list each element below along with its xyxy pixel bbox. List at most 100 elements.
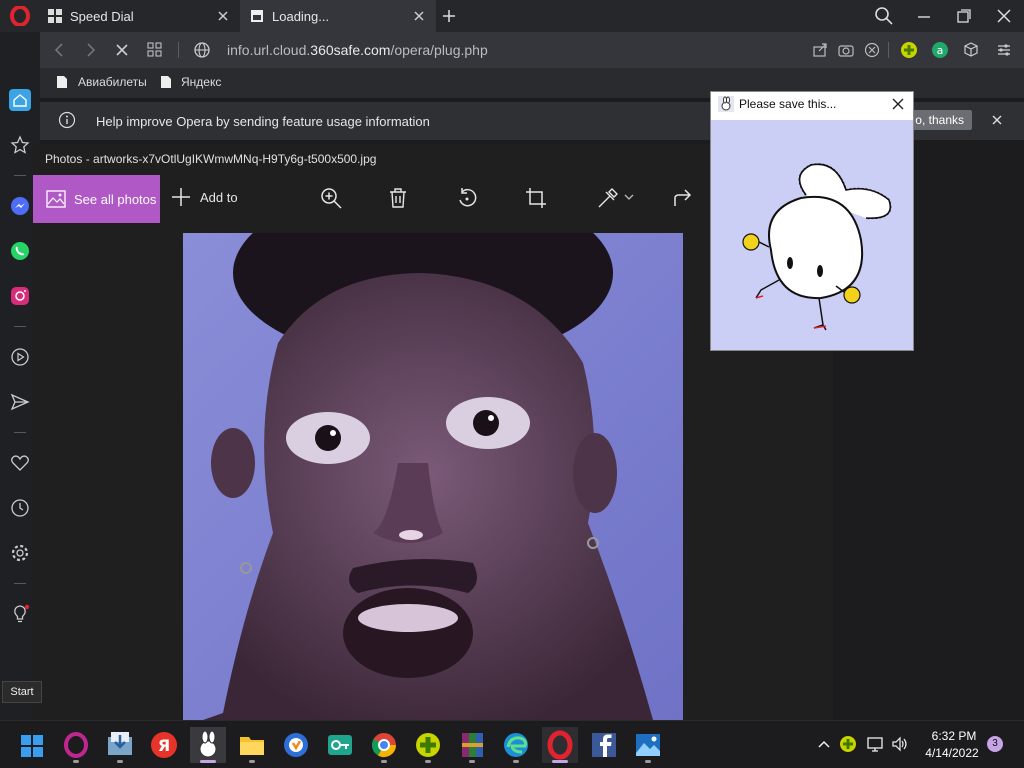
bunny-app-icon xyxy=(718,96,734,112)
running-indicator xyxy=(117,760,123,763)
home-icon[interactable] xyxy=(8,88,32,112)
winrar-icon[interactable] xyxy=(454,727,490,763)
divider xyxy=(14,175,26,176)
svg-text:Я: Я xyxy=(158,736,170,755)
instagram-icon[interactable] xyxy=(10,286,30,306)
displayed-photo xyxy=(183,233,683,720)
clock-time[interactable]: 6:32 PM xyxy=(930,729,978,743)
whatsapp-icon[interactable] xyxy=(10,241,30,261)
svg-text:a: a xyxy=(937,44,944,57)
see-all-photos-button[interactable]: See all photos xyxy=(33,175,160,223)
green-plus-tray-icon[interactable] xyxy=(839,735,857,753)
extension-green-icon[interactable] xyxy=(900,41,918,59)
lightbulb-icon[interactable] xyxy=(10,604,30,624)
photos-window-title: Photos - artworks-x7vOtlUgIKWmwMNq-H9Ty6… xyxy=(45,152,377,166)
see-all-label: See all photos xyxy=(74,191,157,207)
close-tab-icon[interactable] xyxy=(412,9,426,23)
delete-trash-icon[interactable] xyxy=(386,186,410,210)
running-indicator xyxy=(513,760,519,763)
divider xyxy=(888,42,889,58)
extension-a-icon[interactable]: a xyxy=(931,41,949,59)
url-suffix: /opera/plug.php xyxy=(390,42,488,58)
popup-title: Please save this... xyxy=(739,97,837,111)
close-tab-icon[interactable] xyxy=(216,9,230,23)
send-icon[interactable] xyxy=(10,392,30,412)
tab-label: Loading... xyxy=(272,8,330,24)
close-window-button[interactable] xyxy=(992,4,1016,28)
photos-app-icon[interactable] xyxy=(630,727,666,763)
edge-icon[interactable] xyxy=(498,727,534,763)
running-indicator xyxy=(425,760,431,763)
history-icon[interactable] xyxy=(10,498,30,518)
crop-icon[interactable] xyxy=(524,186,548,210)
chevron-down-icon[interactable] xyxy=(624,193,634,201)
url-field[interactable]: info.url.cloud.360safe.com/opera/plug.ph… xyxy=(227,42,488,58)
bunny-drawing xyxy=(711,120,913,350)
divider xyxy=(178,42,179,58)
active-indicator xyxy=(552,760,568,763)
bunny-app-taskbar-icon[interactable] xyxy=(190,727,226,763)
opera-icon[interactable] xyxy=(542,727,578,763)
bookmark-label: Яндекс xyxy=(181,75,222,89)
bookmark-yandex[interactable]: Яндекс xyxy=(160,75,221,89)
forward-icon[interactable] xyxy=(82,41,100,59)
plus-icon xyxy=(172,188,190,206)
network-icon[interactable] xyxy=(866,735,884,753)
close-infobar-icon[interactable] xyxy=(991,114,1003,126)
tab-loading[interactable]: Loading... xyxy=(240,0,436,32)
running-indicator xyxy=(381,760,387,763)
star-icon[interactable] xyxy=(10,135,30,155)
divider xyxy=(14,326,26,327)
messenger-icon[interactable] xyxy=(10,196,30,216)
settings-gear-icon[interactable] xyxy=(10,543,30,563)
start-tooltip: Start xyxy=(2,681,42,703)
add-to-button[interactable]: Add to xyxy=(170,186,238,208)
chevron-up-icon[interactable] xyxy=(816,736,832,752)
close-popup-icon[interactable] xyxy=(890,96,906,112)
adblock-icon[interactable] xyxy=(864,42,880,58)
bookmark-aviabilety[interactable]: Авиабилеты xyxy=(56,75,147,89)
page-icon xyxy=(161,76,171,88)
tabs-grid-icon[interactable] xyxy=(146,41,164,59)
file-explorer-icon[interactable] xyxy=(234,727,270,763)
edit-enhance-icon[interactable] xyxy=(596,186,620,210)
rotate-icon[interactable] xyxy=(455,186,479,210)
new-tab-button[interactable] xyxy=(440,7,458,25)
facebook-icon[interactable] xyxy=(586,727,622,763)
camera-icon[interactable] xyxy=(838,42,854,58)
tab-speed-dial[interactable]: Speed Dial xyxy=(40,0,240,32)
opera-menu-icon[interactable] xyxy=(10,6,30,26)
divider xyxy=(14,583,26,584)
running-indicator xyxy=(73,760,79,763)
stop-loading-icon[interactable] xyxy=(113,41,131,59)
avast-browser-icon[interactable] xyxy=(278,727,314,763)
keepass-icon[interactable] xyxy=(322,727,358,763)
player-icon[interactable] xyxy=(10,347,30,367)
clock-date[interactable]: 4/14/2022 xyxy=(922,746,982,760)
installer-icon[interactable] xyxy=(102,727,138,763)
page-icon xyxy=(57,76,67,88)
tab-label: Speed Dial xyxy=(70,8,134,24)
zoom-in-icon[interactable] xyxy=(319,186,343,210)
maximize-button[interactable] xyxy=(952,4,976,28)
green-plus-app-icon[interactable] xyxy=(410,727,446,763)
chrome-icon[interactable] xyxy=(366,727,402,763)
url-domain: 360safe.com xyxy=(310,42,391,58)
back-icon[interactable] xyxy=(50,41,68,59)
yandex-browser-icon[interactable]: Я xyxy=(146,727,182,763)
minimize-button[interactable] xyxy=(912,4,936,28)
notification-badge[interactable]: 3 xyxy=(987,736,1003,752)
share-icon[interactable] xyxy=(671,186,695,210)
easy-setup-icon[interactable] xyxy=(995,41,1013,59)
heart-icon[interactable] xyxy=(10,453,30,473)
bookmark-label: Авиабилеты xyxy=(78,75,147,89)
globe-icon[interactable] xyxy=(193,41,211,59)
search-tabs-icon[interactable] xyxy=(872,4,896,28)
opera-gx-icon[interactable] xyxy=(58,727,94,763)
extensions-cube-icon[interactable] xyxy=(962,41,980,59)
info-icon xyxy=(58,111,76,129)
no-thanks-button[interactable]: o, thanks xyxy=(910,110,972,130)
volume-icon[interactable] xyxy=(891,735,909,753)
share-icon[interactable] xyxy=(812,42,828,58)
start-button[interactable] xyxy=(14,727,50,763)
